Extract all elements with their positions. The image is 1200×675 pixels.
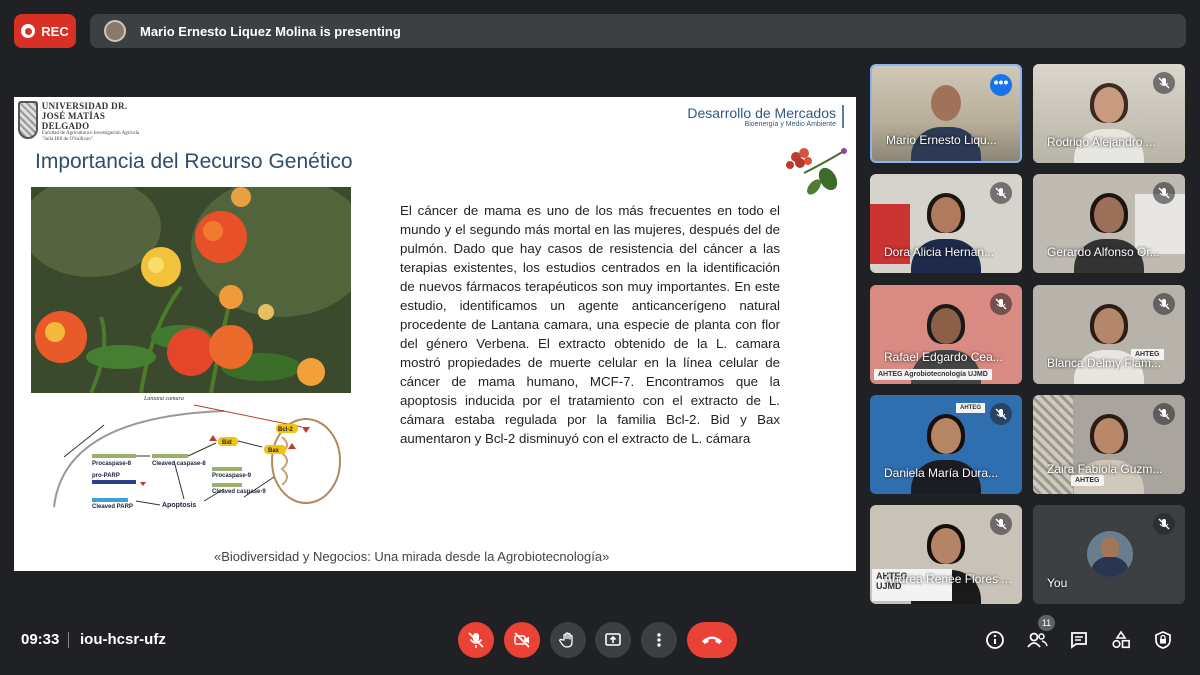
record-icon [21,24,36,38]
ahteg-sign: AHTEG [956,403,985,413]
participant-name: Dora Alicia Hernan... [884,245,995,259]
slide-body-text: El cáncer de mama es uno de los más frec… [400,203,780,446]
university-name: UNIVERSIDAD DR. JOSÉ MATÍAS DELGADO [41,101,128,131]
university-subtitle: Facultad de Agricultura e Investigación … [41,131,140,142]
participant-tile[interactable]: Gerardo Alfonso Or... [1033,174,1185,273]
self-avatar [1087,531,1133,577]
meet-window: REC Mario Ernesto Liquez Molina is prese… [0,0,1200,675]
university-logo: UNIVERSIDAD DR. JOSÉ MATÍAS DELGADO Facu… [18,101,148,143]
mic-off-icon [1153,72,1175,94]
department-header: Desarrollo de Mercados Bioenergía y Medi… [687,105,844,128]
participant-name: Zaira Fabiola Guzm... [1047,462,1163,476]
participant-video [911,83,981,161]
participant-video [1074,83,1144,163]
raise-hand-button[interactable] [550,622,586,658]
people-icon [1027,632,1048,648]
participant-tile[interactable]: AHTEG UJMD Andrea Renee Flores ... [870,505,1022,604]
more-vert-icon [657,633,661,647]
meeting-details-button[interactable] [983,628,1007,652]
department-subtitle: Bioenergía y Medio Ambiente [744,121,836,128]
participant-name: Andrea Renee Flores ... [884,572,1012,586]
chat-icon [1071,632,1087,649]
label-procaspase-8: Procaspase-8 [92,461,132,467]
rec-label: REC [41,23,69,39]
label-procaspase-9: Procaspase-9 [212,473,252,479]
mic-off-icon [990,293,1012,315]
participant-tile-presenter[interactable]: ••• Mario Ernesto Liqu... [870,64,1022,163]
participant-tile[interactable]: Rodrigo Alejandro ... [1033,64,1185,163]
meeting-time: 09:33 [21,631,60,648]
slide-title: Importancia del Recurso Genético [35,150,353,173]
activities-icon [1112,630,1130,649]
mic-off-icon [1153,513,1175,535]
label-cleaved-caspase-9: Cleaved caspase-9 [212,489,266,495]
camera-toggle-button[interactable] [504,622,540,658]
more-options-button[interactable] [641,622,677,658]
participant-tile[interactable]: AHTEG Zaira Fabiola Guzm... [1033,395,1185,494]
participant-video [911,414,981,494]
presentation-slide: UNIVERSIDAD DR. JOSÉ MATÍAS DELGADO Facu… [14,97,856,571]
mic-off-icon [1153,293,1175,315]
participant-video [1074,304,1144,384]
university-crest-icon [18,101,38,139]
label-bcl-2: Bcl-2 [278,427,293,433]
shield-lock-icon [1155,631,1171,649]
participant-video [911,193,981,273]
mic-off-icon [1153,182,1175,204]
participant-name: Blanca Delmy Flam... [1047,356,1162,370]
flower-decoration-icon [786,148,847,195]
mic-off-icon [1153,403,1175,425]
divider [68,632,69,648]
participant-name: You [1047,576,1068,590]
participant-tile-self[interactable]: You [1033,505,1185,604]
hand-icon [559,632,573,648]
participant-name: Gerardo Alfonso Or... [1047,245,1160,259]
presenting-banner: Mario Ernesto Liquez Molina is presentin… [90,14,1186,48]
present-screen-button[interactable] [595,622,631,658]
participant-name: Mario Ernesto Liqu... [886,133,997,147]
label-bax: Bax [268,448,280,454]
microphone-toggle-button[interactable] [458,622,494,658]
meeting-code: iou-hcsr-ufz [80,631,166,648]
label-apoptosis: Apoptosis [162,502,196,509]
participant-tile[interactable]: AHTEG Agrobiotecnología UJMD Rafael Edga… [870,285,1022,384]
label-cleaved-parp: Cleaved PARP [92,504,133,510]
label-bid: Bid [222,440,232,446]
ahteg-sign: AHTEG Agrobiotecnología UJMD [874,369,992,380]
department-title: Desarrollo de Mercados [687,105,836,121]
camera-off-icon [514,632,530,648]
participant-tile[interactable]: AHTEG Blanca Delmy Flam... [1033,285,1185,384]
presenter-avatar [104,20,126,42]
participant-video [1074,193,1144,273]
participant-name: Rodrigo Alejandro ... [1047,135,1156,149]
mic-off-icon [990,403,1012,425]
participant-tile[interactable]: Dora Alicia Hernan... [870,174,1022,273]
lantana-flowers-photo [31,187,351,393]
label-pro-parp: pro-PARP [92,473,120,479]
leave-call-button[interactable] [687,622,737,658]
chat-button[interactable] [1067,628,1091,652]
slide-footer: «Biodiversidad y Negocios: Una mirada de… [214,549,610,564]
label-cleaved-caspase-8: Cleaved caspase-8 [152,461,206,467]
ahteg-sign: AHTEG [1071,475,1104,486]
participant-name: Rafael Edgardo Cea... [884,350,1003,364]
presenter-text: Mario Ernesto Liquez Molina is presentin… [140,23,401,39]
activities-button[interactable] [1109,628,1133,652]
present-icon [605,633,621,646]
mic-off-icon [990,513,1012,535]
participant-tile[interactable]: AHTEG Daniela María Dura... [870,395,1022,494]
info-icon [986,631,1004,649]
mic-off-icon [990,182,1012,204]
more-options-icon[interactable]: ••• [990,74,1012,96]
host-controls-button[interactable] [1151,628,1175,652]
recording-indicator[interactable]: REC [14,14,76,48]
apoptosis-pathway-diagram: Procaspase-8 Cleaved caspase-8 Bid Bcl-2… [53,404,341,510]
mic-off-icon [468,632,484,648]
participant-name: Daniela María Dura... [884,466,999,480]
phone-hangup-icon [702,636,722,644]
people-button[interactable] [1025,628,1049,652]
